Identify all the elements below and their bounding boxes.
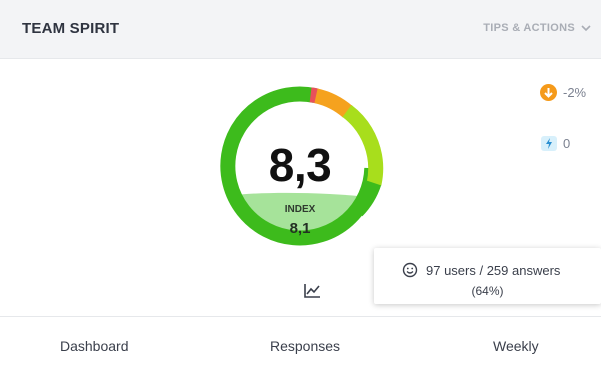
tab-weekly[interactable]: Weekly (493, 338, 539, 354)
change-stat: -2% (540, 84, 586, 101)
participation-text: 97 users / 259 answers (426, 262, 561, 278)
chevron-down-icon (581, 25, 591, 32)
team-spirit-card: TEAM SPIRIT TIPS & ACTIONS 8,3 INDEX 8,1… (0, 0, 601, 366)
tips-actions-label: TIPS & ACTIONS (483, 22, 575, 34)
participation-tooltip: 97 users / 259 answers (64%) (374, 248, 601, 304)
change-value: -2% (563, 85, 587, 100)
card-header: TEAM SPIRIT TIPS & ACTIONS (0, 0, 601, 59)
trend-chart-icon[interactable] (303, 283, 321, 299)
bolt-value: 0 (563, 136, 571, 151)
tab-dashboard[interactable]: Dashboard (60, 338, 129, 354)
smiley-icon (402, 262, 418, 278)
arrow-down-icon (540, 84, 557, 101)
bottom-tabs: Dashboard Responses Weekly (0, 316, 601, 366)
spirit-gauge: 8,3 INDEX 8,1 (214, 80, 386, 252)
spirit-score: 8,3 (268, 139, 332, 191)
bolt-icon (541, 136, 557, 151)
bolt-stat: 0 (541, 136, 570, 151)
card-title: TEAM SPIRIT (22, 20, 120, 37)
participation-percent: (64%) (471, 284, 504, 298)
index-value: 8,1 (289, 220, 311, 237)
tab-responses[interactable]: Responses (270, 338, 340, 354)
tips-actions-button[interactable]: TIPS & ACTIONS (483, 22, 591, 34)
index-label: INDEX (284, 204, 316, 215)
